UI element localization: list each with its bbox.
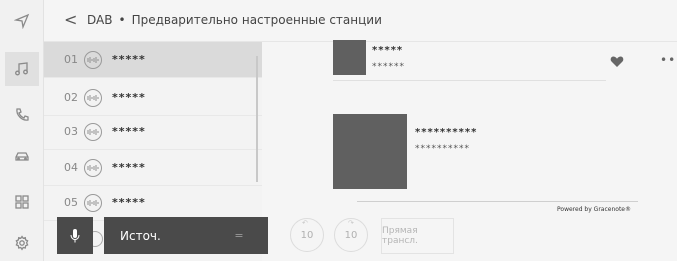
- track-subtitle: **********: [415, 144, 470, 154]
- navigation-icon[interactable]: [5, 4, 39, 38]
- progress-bar: [357, 201, 638, 202]
- more-options-icon[interactable]: •••: [660, 54, 677, 66]
- station-title: *****: [372, 45, 404, 56]
- microphone-icon: [70, 228, 80, 242]
- favorite-heart-icon[interactable]: [610, 55, 624, 68]
- preset-number: 03: [64, 125, 78, 138]
- seek-forward-label: 10: [344, 229, 358, 241]
- preset-name: *****: [112, 91, 146, 104]
- preset-name: *****: [112, 125, 146, 138]
- preset-number: 01: [64, 53, 78, 66]
- source-button[interactable]: Источ.: [104, 217, 210, 254]
- back-button[interactable]: <: [64, 11, 77, 29]
- radio-signal-icon: [84, 122, 102, 141]
- source-label: DAB: [87, 13, 113, 27]
- direct-tune-label: Прямая трансл.: [382, 226, 418, 246]
- music-icon[interactable]: [5, 52, 39, 86]
- voice-button[interactable]: [57, 217, 93, 254]
- apps-grid-icon[interactable]: [5, 185, 39, 219]
- preset-item-01[interactable]: 01 *****: [44, 42, 262, 78]
- header-bar: < DAB • Предварительно настроенные станции: [44, 0, 677, 42]
- source-button-label: Источ.: [120, 228, 161, 243]
- radio-signal-icon: [84, 193, 102, 212]
- preset-list-scrollbar[interactable]: [256, 56, 258, 182]
- preset-item-03[interactable]: 03 *****: [44, 114, 262, 150]
- source-menu-glyph: =: [234, 229, 244, 242]
- settings-icon[interactable]: [5, 226, 39, 260]
- breadcrumb: DAB • Предварительно настроенные станции: [87, 13, 382, 27]
- preset-name: *****: [112, 196, 146, 209]
- seek-back-label: 10: [300, 229, 314, 241]
- divider: [333, 80, 606, 81]
- preset-item-04[interactable]: 04 *****: [44, 150, 262, 186]
- radio-signal-icon: [84, 88, 102, 107]
- seek-back-button[interactable]: 10: [290, 218, 324, 252]
- seek-forward-button[interactable]: 10: [334, 218, 368, 252]
- car-icon[interactable]: [5, 140, 39, 174]
- page-title: Предварительно настроенные станции: [131, 13, 382, 27]
- radio-signal-icon: [84, 50, 102, 69]
- station-subtitle: ******: [372, 62, 405, 72]
- source-menu-icon[interactable]: =: [210, 217, 268, 254]
- album-art: [333, 114, 407, 189]
- preset-number: 02: [64, 91, 78, 104]
- preset-name: *****: [112, 53, 146, 66]
- preset-number: 05: [64, 196, 78, 209]
- preset-name: *****: [112, 161, 146, 174]
- breadcrumb-separator: •: [118, 13, 126, 27]
- phone-icon[interactable]: [5, 98, 39, 132]
- station-logo: [333, 40, 366, 75]
- gracenote-attribution: Powered by Gracenote®: [557, 206, 631, 213]
- preset-item-02[interactable]: 02 *****: [44, 80, 262, 116]
- side-rail: [0, 0, 44, 261]
- preset-number: 04: [64, 161, 78, 174]
- radio-signal-icon: [84, 158, 102, 177]
- direct-tune-button[interactable]: Прямая трансл.: [381, 218, 454, 254]
- preset-item-05[interactable]: 05 *****: [44, 185, 262, 221]
- track-title: **********: [415, 127, 478, 138]
